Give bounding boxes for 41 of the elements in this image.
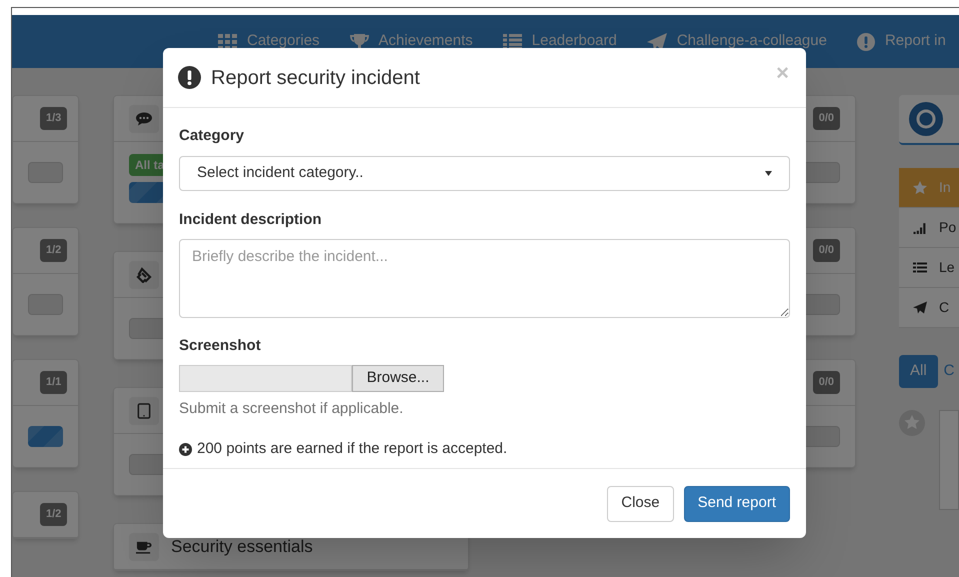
- field-label: Category: [179, 126, 246, 146]
- description-field[interactable]: Briefly describe the incident...: [179, 239, 790, 318]
- count-badge: 0/0: [812, 371, 840, 394]
- star-icon: [913, 181, 927, 194]
- count-badge: 0/0: [812, 107, 840, 130]
- star-circle-icon: [899, 410, 925, 436]
- count-badge: 1/2: [40, 503, 68, 526]
- signal-bars-icon: [913, 221, 927, 234]
- paper-plane-icon: [646, 32, 667, 50]
- filter-button[interactable]: C: [944, 355, 955, 388]
- ring-icon: [909, 102, 943, 136]
- list-icon: [913, 261, 927, 274]
- plus-circle-icon: [179, 442, 192, 456]
- filter-button[interactable]: All: [899, 355, 938, 388]
- paper-plane-icon: [913, 301, 927, 314]
- field-label: Screenshot: [179, 336, 262, 356]
- close-button[interactable]: Close: [607, 486, 674, 522]
- nav-link[interactable]: Challenge-a-colleague: [646, 30, 827, 53]
- close-button[interactable]: ×: [776, 62, 789, 84]
- tablet-icon: [136, 402, 152, 418]
- field-label: Incident description: [179, 210, 323, 230]
- nav-link[interactable]: Report in: [856, 30, 946, 53]
- caret-down-icon: [765, 170, 772, 176]
- speech-bubble-icon: [136, 110, 152, 126]
- category-dropdown[interactable]: Select incident category..: [179, 156, 790, 190]
- exclamation-circle-icon: [856, 32, 875, 50]
- dialog-title: Report security incident: [211, 66, 421, 90]
- points-note: 200 points are earned if the report is accepted.: [197, 439, 508, 459]
- ticket-icon: [136, 266, 152, 282]
- nav-link[interactable]: Achievements: [350, 30, 473, 53]
- count-badge: 1/2: [40, 239, 68, 262]
- trophy-icon: [350, 34, 369, 50]
- sidebar-item[interactable]: In: [899, 168, 959, 208]
- count-badge: 1/3: [40, 107, 68, 130]
- send-button[interactable]: Send report: [684, 486, 790, 522]
- count-badge: 1/1: [40, 371, 68, 394]
- exclamation-circle-icon: [178, 66, 201, 89]
- help-text: Submit a screenshot if applicable.: [179, 398, 404, 418]
- browse-button[interactable]: Browse...: [352, 364, 444, 392]
- card-title: Security essentials: [171, 536, 313, 558]
- count-badge: 0/0: [812, 239, 840, 262]
